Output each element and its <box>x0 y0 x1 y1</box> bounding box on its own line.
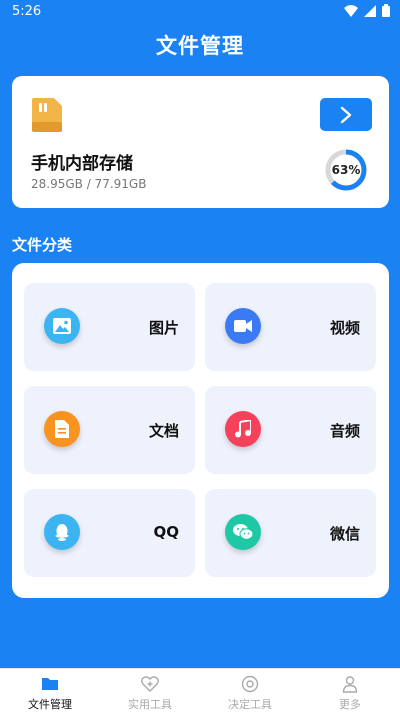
qq-penguin-icon <box>44 514 80 550</box>
sd-card-icon <box>32 98 62 132</box>
category-label: 文档 <box>148 422 179 440</box>
open-storage-button[interactable] <box>320 98 372 131</box>
page-title: 文件管理 <box>156 34 244 58</box>
status-icons <box>344 4 390 17</box>
heart-plus-icon <box>141 676 159 692</box>
storage-percent: 63% <box>331 163 361 177</box>
chevron-right-icon <box>340 106 352 123</box>
category-label: 图片 <box>148 319 179 337</box>
bottom-nav: 文件管理 实用工具 决定工具 更多 <box>0 668 400 712</box>
wifi-icon <box>344 4 358 17</box>
target-icon <box>241 675 259 693</box>
nav-file-manager[interactable]: 文件管理 <box>0 669 100 712</box>
storage-size: 28.95GB / 77.91GB <box>31 177 147 191</box>
category-label: 音频 <box>329 422 360 440</box>
status-bar: 5:26 <box>0 0 400 24</box>
category-wechat[interactable]: 微信 <box>205 489 376 577</box>
nav-utilities[interactable]: 实用工具 <box>100 669 200 712</box>
category-qq[interactable]: QQ <box>24 489 195 577</box>
category-label: QQ <box>153 523 179 541</box>
category-videos[interactable]: 视频 <box>205 283 376 371</box>
category-label: 微信 <box>329 525 360 543</box>
user-icon <box>342 676 358 693</box>
signal-icon <box>364 4 376 17</box>
folder-icon <box>42 678 58 690</box>
category-images[interactable]: 图片 <box>24 283 195 371</box>
status-time: 5:26 <box>12 4 42 19</box>
video-camera-icon <box>225 308 261 344</box>
battery-icon <box>382 4 390 17</box>
nav-label: 决定工具 <box>228 698 272 711</box>
categories-section-title: 文件分类 <box>12 236 73 254</box>
internal-storage-card[interactable]: 手机内部存储 28.95GB / 77.91GB 63% <box>12 76 389 208</box>
category-label: 视频 <box>329 319 360 337</box>
nav-decision-tools[interactable]: 决定工具 <box>200 669 300 712</box>
nav-label: 更多 <box>339 698 361 711</box>
category-documents[interactable]: 文档 <box>24 386 195 474</box>
categories-panel: 图片 视频 文档 音频 QQ 微信 <box>12 263 389 598</box>
storage-name: 手机内部存储 <box>31 154 133 174</box>
music-note-icon <box>225 411 261 447</box>
image-icon <box>44 308 80 344</box>
nav-more[interactable]: 更多 <box>300 669 400 712</box>
nav-label: 实用工具 <box>128 698 172 711</box>
wechat-icon <box>225 514 261 550</box>
document-icon <box>44 411 80 447</box>
category-audio[interactable]: 音频 <box>205 386 376 474</box>
nav-label: 文件管理 <box>28 698 72 711</box>
